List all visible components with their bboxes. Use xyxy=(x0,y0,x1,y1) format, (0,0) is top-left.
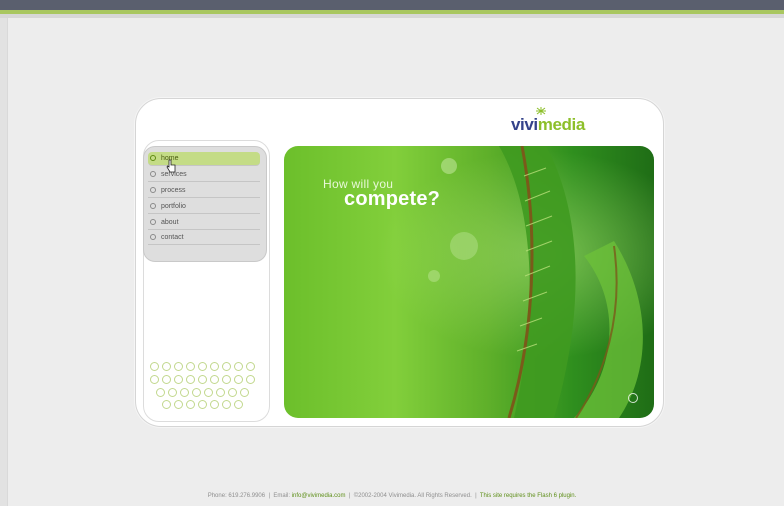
vivimedia-logo[interactable]: vivimedia xyxy=(511,113,611,137)
logo-text-vivi: vivi xyxy=(511,115,538,134)
bullet-icon xyxy=(150,203,156,210)
hero-tagline-line2: compete? xyxy=(344,188,441,210)
left-edge xyxy=(0,18,8,506)
menu-item-contact[interactable]: contact xyxy=(148,231,260,245)
menu-item-process[interactable]: process xyxy=(148,184,260,198)
menu-item-about[interactable]: about xyxy=(148,216,260,230)
footer-copyright: ©2002-2004 Vivimedia. All Rights Reserve… xyxy=(353,493,472,499)
footer-email-link[interactable]: info@vivimedia.com xyxy=(292,493,346,499)
menu-label-portfolio: portfolio xyxy=(161,203,186,210)
logo-text-media: media xyxy=(537,115,586,134)
footer-flash-link[interactable]: This site requires the Flash 6 plugin. xyxy=(480,493,576,499)
footer-email-label: Email: xyxy=(273,493,291,499)
decorative-dot-pattern xyxy=(150,362,262,410)
menu-label-about: about xyxy=(161,219,179,226)
bullet-icon xyxy=(150,155,156,162)
bullet-icon xyxy=(150,187,156,194)
hand-cursor-icon xyxy=(166,159,176,173)
bullet-icon xyxy=(150,171,156,178)
hero-corner-icon xyxy=(628,393,638,403)
bullet-icon xyxy=(150,234,156,241)
menu-label-process: process xyxy=(161,187,186,194)
top-bar xyxy=(0,0,784,10)
top-bar-stripe xyxy=(0,14,784,18)
bullet-icon xyxy=(150,219,156,226)
menu-item-services[interactable]: services xyxy=(148,168,260,182)
menu-label-contact: contact xyxy=(161,234,184,241)
menu-item-home[interactable]: home xyxy=(148,152,260,166)
footer-phone: Phone: 619.276.9906 xyxy=(207,493,266,499)
menu-item-portfolio[interactable]: portfolio xyxy=(148,200,260,214)
footer: Phone: 619.276.9906 | Email: info@vivime… xyxy=(207,493,577,499)
